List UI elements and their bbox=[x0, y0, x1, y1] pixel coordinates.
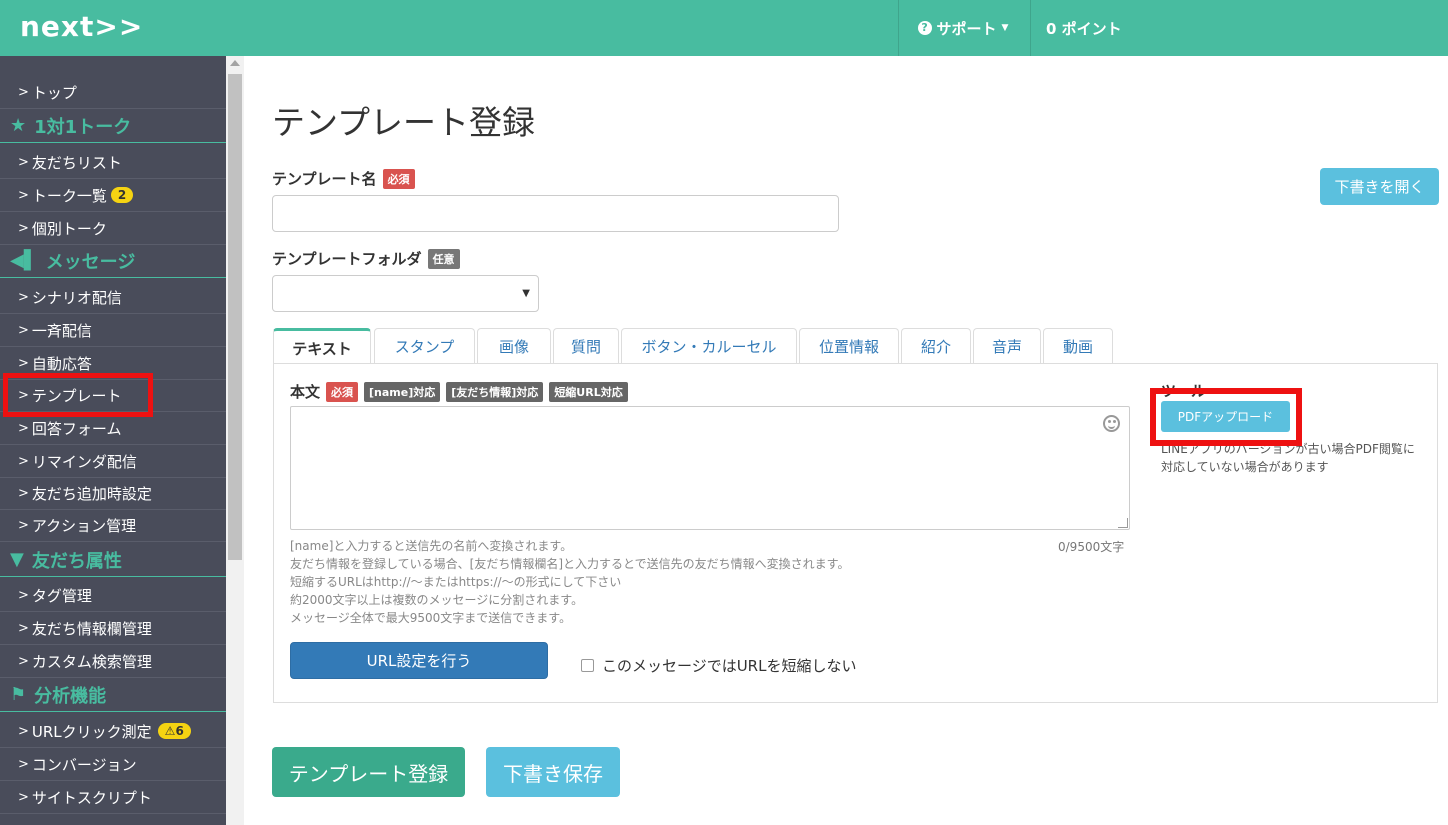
tab-stamp[interactable]: スタンプ bbox=[374, 328, 475, 364]
chevron-right-icon: > bbox=[18, 220, 29, 236]
sidebar-heading-message: ◀▌ メッセージ bbox=[0, 244, 226, 278]
register-template-button[interactable]: テンプレート登録 bbox=[272, 747, 465, 797]
warning-icon: ⚠ bbox=[164, 724, 176, 738]
sidebar-item-action-management[interactable]: > アクション管理 bbox=[0, 509, 226, 542]
body-label: 本文 必須 [name]対応 [友だち情報]対応 短縮URL対応 bbox=[290, 381, 628, 402]
sidebar-item-custom-search[interactable]: > カスタム検索管理 bbox=[0, 645, 226, 678]
sidebar-scrollbar[interactable] bbox=[226, 56, 244, 825]
optional-tag: 任意 bbox=[427, 248, 460, 269]
required-tag: 必須 bbox=[382, 168, 415, 189]
chevron-right-icon: > bbox=[18, 453, 29, 469]
template-name-label: テンプレート名 必須 bbox=[272, 168, 415, 189]
sidebar-heading-attributes: ▼ 友だち属性 bbox=[0, 543, 226, 577]
chevron-right-icon: > bbox=[18, 187, 29, 203]
no-shorten-url-checkbox[interactable] bbox=[581, 659, 594, 672]
warning-badge: ⚠6 bbox=[157, 723, 191, 739]
chevron-right-icon: > bbox=[18, 154, 29, 170]
sidebar-item-top[interactable]: > トップ bbox=[0, 76, 226, 109]
sidebar-item-site-script[interactable]: > サイトスクリプト bbox=[0, 781, 226, 814]
question-icon: ? bbox=[917, 21, 932, 35]
tab-text[interactable]: テキスト bbox=[273, 328, 371, 365]
chevron-right-icon: > bbox=[18, 653, 29, 669]
chevron-right-icon: > bbox=[18, 789, 29, 805]
sidebar-item-conversion[interactable]: > コンバージョン bbox=[0, 748, 226, 781]
star-icon: ★ bbox=[10, 115, 27, 136]
tab-location[interactable]: 位置情報 bbox=[799, 328, 899, 364]
scrollbar-thumb[interactable] bbox=[228, 74, 242, 560]
help-text: [name]と入力すると送信先の名前へ変換されます。 友だち情報を登録している場… bbox=[290, 539, 850, 625]
chevron-right-icon: > bbox=[18, 84, 29, 100]
page-title: テンプレート登録 bbox=[272, 103, 536, 142]
sidebar: > トップ ★ 1対1トーク > 友だちリスト > トーク一覧 2 > 個別トーク ◀▌ メッ… bbox=[0, 56, 226, 825]
short-url-support-tag: 短縮URL対応 bbox=[549, 381, 628, 402]
chevron-right-icon: > bbox=[18, 322, 29, 338]
top-bar: next>> ? サポート ▼ 0 ポイント bbox=[0, 0, 1448, 56]
sidebar-item-talk-list[interactable]: > トーク一覧 2 bbox=[0, 179, 226, 212]
character-count: 0/9500文字 bbox=[1058, 540, 1125, 554]
sidebar-item-url-click[interactable]: > URLクリック測定 ⚠6 bbox=[0, 715, 226, 748]
chevron-right-icon: > bbox=[18, 620, 29, 636]
chevron-right-icon: > bbox=[18, 420, 29, 436]
points-display[interactable]: 0 ポイント bbox=[1030, 0, 1122, 56]
chevron-right-icon: > bbox=[18, 355, 29, 371]
chevron-right-icon: > bbox=[18, 289, 29, 305]
open-draft-button[interactable]: 下書きを開く bbox=[1320, 168, 1439, 205]
unread-badge: 2 bbox=[110, 187, 134, 203]
save-draft-button[interactable]: 下書き保存 bbox=[486, 747, 620, 797]
chevron-down-icon: ▼ bbox=[522, 288, 530, 299]
friend-info-support-tag: [友だち情報]対応 bbox=[446, 381, 544, 402]
tab-introduction[interactable]: 紹介 bbox=[901, 328, 971, 364]
sidebar-item-reminder[interactable]: > リマインダ配信 bbox=[0, 445, 226, 478]
template-folder-label: テンプレートフォルダ 任意 bbox=[272, 248, 460, 269]
url-settings-button[interactable]: URL設定を行う bbox=[290, 642, 548, 679]
sidebar-item-broadcast[interactable]: > 一斉配信 bbox=[0, 314, 226, 347]
chevron-right-icon: > bbox=[18, 756, 29, 772]
highlight-box-template bbox=[3, 373, 153, 417]
sidebar-item-individual-talk[interactable]: > 個別トーク bbox=[0, 212, 226, 245]
sidebar-item-friends-list[interactable]: > 友だちリスト bbox=[0, 146, 226, 179]
flag-icon: ⚑ bbox=[10, 684, 27, 705]
template-folder-select[interactable]: ▼ bbox=[272, 275, 539, 312]
template-name-input[interactable] bbox=[272, 195, 839, 232]
sidebar-item-friend-info-fields[interactable]: > 友だち情報欄管理 bbox=[0, 612, 226, 645]
sidebar-heading-analytics: ⚑ 分析機能 bbox=[0, 678, 226, 712]
tab-button-carousel[interactable]: ボタン・カルーセル bbox=[621, 328, 797, 364]
chevron-down-icon: ▼ bbox=[1001, 23, 1009, 33]
required-tag: 必須 bbox=[326, 381, 359, 402]
name-support-tag: [name]対応 bbox=[364, 381, 441, 402]
tab-question[interactable]: 質問 bbox=[553, 328, 619, 364]
emoji-icon[interactable] bbox=[1103, 415, 1120, 432]
sidebar-heading-talk: ★ 1対1トーク bbox=[0, 109, 226, 143]
chevron-right-icon: > bbox=[18, 587, 29, 603]
megaphone-icon: ◀▌ bbox=[10, 250, 38, 271]
tab-audio[interactable]: 音声 bbox=[973, 328, 1041, 364]
sidebar-item-tag-management[interactable]: > タグ管理 bbox=[0, 579, 226, 612]
resize-handle[interactable] bbox=[1118, 518, 1128, 528]
scroll-up-icon[interactable] bbox=[230, 60, 240, 66]
sidebar-item-scenario[interactable]: > シナリオ配信 bbox=[0, 281, 226, 314]
chevron-right-icon: > bbox=[18, 723, 29, 739]
filter-icon: ▼ bbox=[10, 549, 24, 570]
support-menu[interactable]: ? サポート ▼ bbox=[898, 0, 1028, 56]
chevron-right-icon: > bbox=[18, 517, 29, 533]
logo[interactable]: next>> bbox=[20, 10, 143, 43]
tab-video[interactable]: 動画 bbox=[1043, 328, 1113, 364]
sidebar-item-friend-add-settings[interactable]: > 友だち追加時設定 bbox=[0, 477, 226, 510]
no-shorten-url-option[interactable]: このメッセージではURLを短縮しない bbox=[581, 655, 856, 676]
chevron-right-icon: > bbox=[18, 485, 29, 501]
support-label: サポート bbox=[936, 19, 997, 38]
highlight-box-pdf bbox=[1150, 388, 1302, 446]
message-body-textarea[interactable] bbox=[290, 406, 1130, 530]
tab-image[interactable]: 画像 bbox=[477, 328, 551, 364]
